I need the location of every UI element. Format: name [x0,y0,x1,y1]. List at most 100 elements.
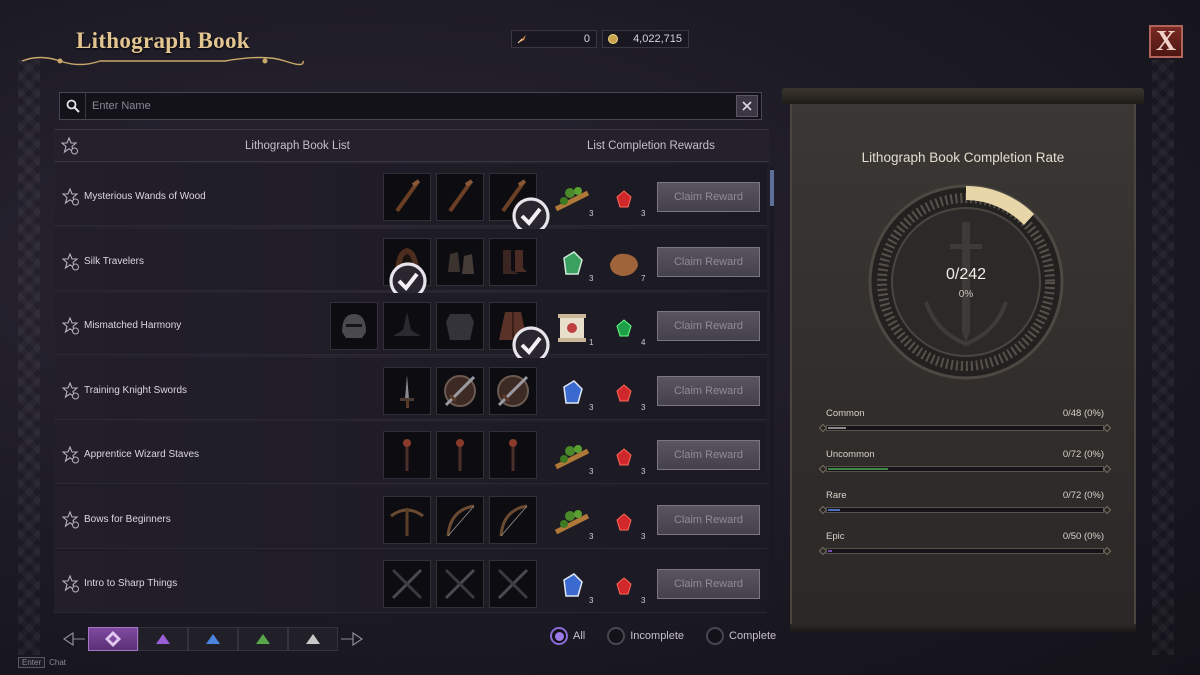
favorite-star-icon[interactable] [61,187,80,211]
reward-item[interactable] [604,502,644,542]
reward-item[interactable] [552,179,592,219]
reward-count: 3 [641,531,646,541]
common-grade-icon [306,634,320,644]
lithograph-row[interactable]: Apprentice Wizard Staves 3 3 Claim Reward [54,422,767,484]
reward-item[interactable] [604,179,644,219]
filter-all[interactable]: All [550,627,585,645]
completion-percent: 0% [958,289,974,300]
rare-grade-icon [206,634,220,644]
right-border-pattern [1152,60,1174,655]
favorite-star-icon[interactable] [61,252,80,276]
close-button[interactable]: X [1149,25,1183,58]
reward-item[interactable] [604,373,644,413]
favorite-filter-star-icon[interactable] [60,136,79,158]
bar-track [826,507,1104,513]
search-input[interactable] [86,100,736,112]
item-slot[interactable] [436,495,484,544]
lithograph-row[interactable]: Bows for Beginners 3 3 Claim Reward [54,486,767,549]
list-scrollbar[interactable] [770,166,774,614]
reward-item[interactable] [604,566,644,606]
reward-item[interactable] [552,566,592,606]
item-slot[interactable] [489,302,550,364]
item-slot[interactable] [489,173,550,235]
feather-amount: 0 [583,33,590,45]
grade-tab-uncommon[interactable] [238,627,288,651]
item-slot[interactable] [489,431,537,479]
checkmark-icon [511,325,550,364]
item-slot[interactable] [330,302,378,350]
claim-reward-button[interactable]: Claim Reward [657,504,760,535]
reward-count: 3 [641,402,646,412]
chat-hint[interactable]: Enter Chat [18,657,66,668]
item-slot[interactable] [383,495,431,544]
lithograph-row[interactable]: Intro to Sharp Things 3 3 Claim Reward [54,551,767,613]
reward-item[interactable] [604,437,644,477]
item-slot[interactable] [436,366,484,415]
grade-tab-all-grades[interactable] [88,627,138,651]
reward-count: 3 [641,209,646,218]
favorite-star-icon[interactable] [61,574,80,598]
claim-reward-button[interactable]: Claim Reward [657,569,760,599]
radio-dot [706,627,725,645]
page-title: Lithograph Book [76,28,250,53]
grade-tab-rare[interactable] [188,627,238,651]
claim-reward-button[interactable]: Claim Reward [657,182,760,212]
reward-item[interactable] [604,308,644,348]
rewards-column-header: List Completion Rewards [587,140,715,152]
item-slot[interactable] [436,173,484,221]
item-slot[interactable] [489,495,537,544]
checkmark-icon [388,261,427,300]
claim-reward-button[interactable]: Claim Reward [657,311,760,341]
item-slot[interactable] [383,237,431,300]
gold-coin-icon [608,34,618,44]
clear-search-button[interactable] [736,95,758,117]
claim-reward-button[interactable]: Claim Reward [657,440,760,470]
claim-reward-button[interactable]: Claim Reward [657,375,760,406]
favorite-star-icon[interactable] [61,510,80,534]
filter-all-label: All [573,630,586,642]
reward-count: 3 [589,467,594,476]
filter-incomplete[interactable]: Incomplete [607,627,684,645]
reward-item[interactable] [604,244,644,284]
reward-count: 3 [641,596,646,605]
grade-progress-bar [818,464,1112,474]
grade-tab-common[interactable] [288,627,338,651]
item-slot[interactable] [489,237,537,286]
lithograph-row[interactable]: Mysterious Wands of Wood 3 3 Claim Reward [54,164,767,235]
item-slot[interactable] [436,560,484,608]
item-slot[interactable] [489,560,537,608]
item-slot[interactable] [383,173,431,221]
reward-item[interactable] [552,244,592,284]
lithograph-row[interactable]: Training Knight Swords 3 3 Claim Reward [54,357,767,420]
tab-prev-arrow-icon[interactable] [60,626,88,652]
grade-label: Epic [826,531,845,542]
bar-fill [828,468,888,470]
staff-icon [509,439,517,471]
grade-progress-bar [818,423,1112,433]
scroll-thumb[interactable] [770,170,774,206]
reward-item[interactable] [552,437,592,477]
filter-complete[interactable]: Complete [706,627,776,645]
claim-reward-button[interactable]: Claim Reward [657,246,760,277]
reward-item[interactable] [552,373,592,413]
lithograph-row[interactable]: Silk Travelers 3 7 Claim Reward [54,228,767,300]
item-slot[interactable] [383,366,431,415]
item-slot[interactable] [383,431,431,479]
favorite-star-icon[interactable] [61,381,80,405]
item-slot[interactable] [436,302,484,350]
lithograph-row[interactable]: Mismatched Harmony 1 4 Claim Reward [54,293,767,364]
favorite-star-icon[interactable] [61,445,80,469]
staff-icon [456,439,464,471]
item-slot[interactable] [383,560,431,608]
item-slot[interactable] [436,431,484,479]
grade-tab-epic[interactable] [138,627,188,651]
tab-next-arrow-icon[interactable] [338,626,366,652]
favorite-star-icon[interactable] [61,316,80,340]
item-slot[interactable] [489,366,537,415]
checkmark-icon [511,196,550,235]
item-slot[interactable] [436,237,484,286]
reward-item[interactable] [552,502,592,542]
dual-blades-icon [391,568,423,600]
item-slot[interactable] [383,302,431,350]
reward-item[interactable] [552,308,592,348]
